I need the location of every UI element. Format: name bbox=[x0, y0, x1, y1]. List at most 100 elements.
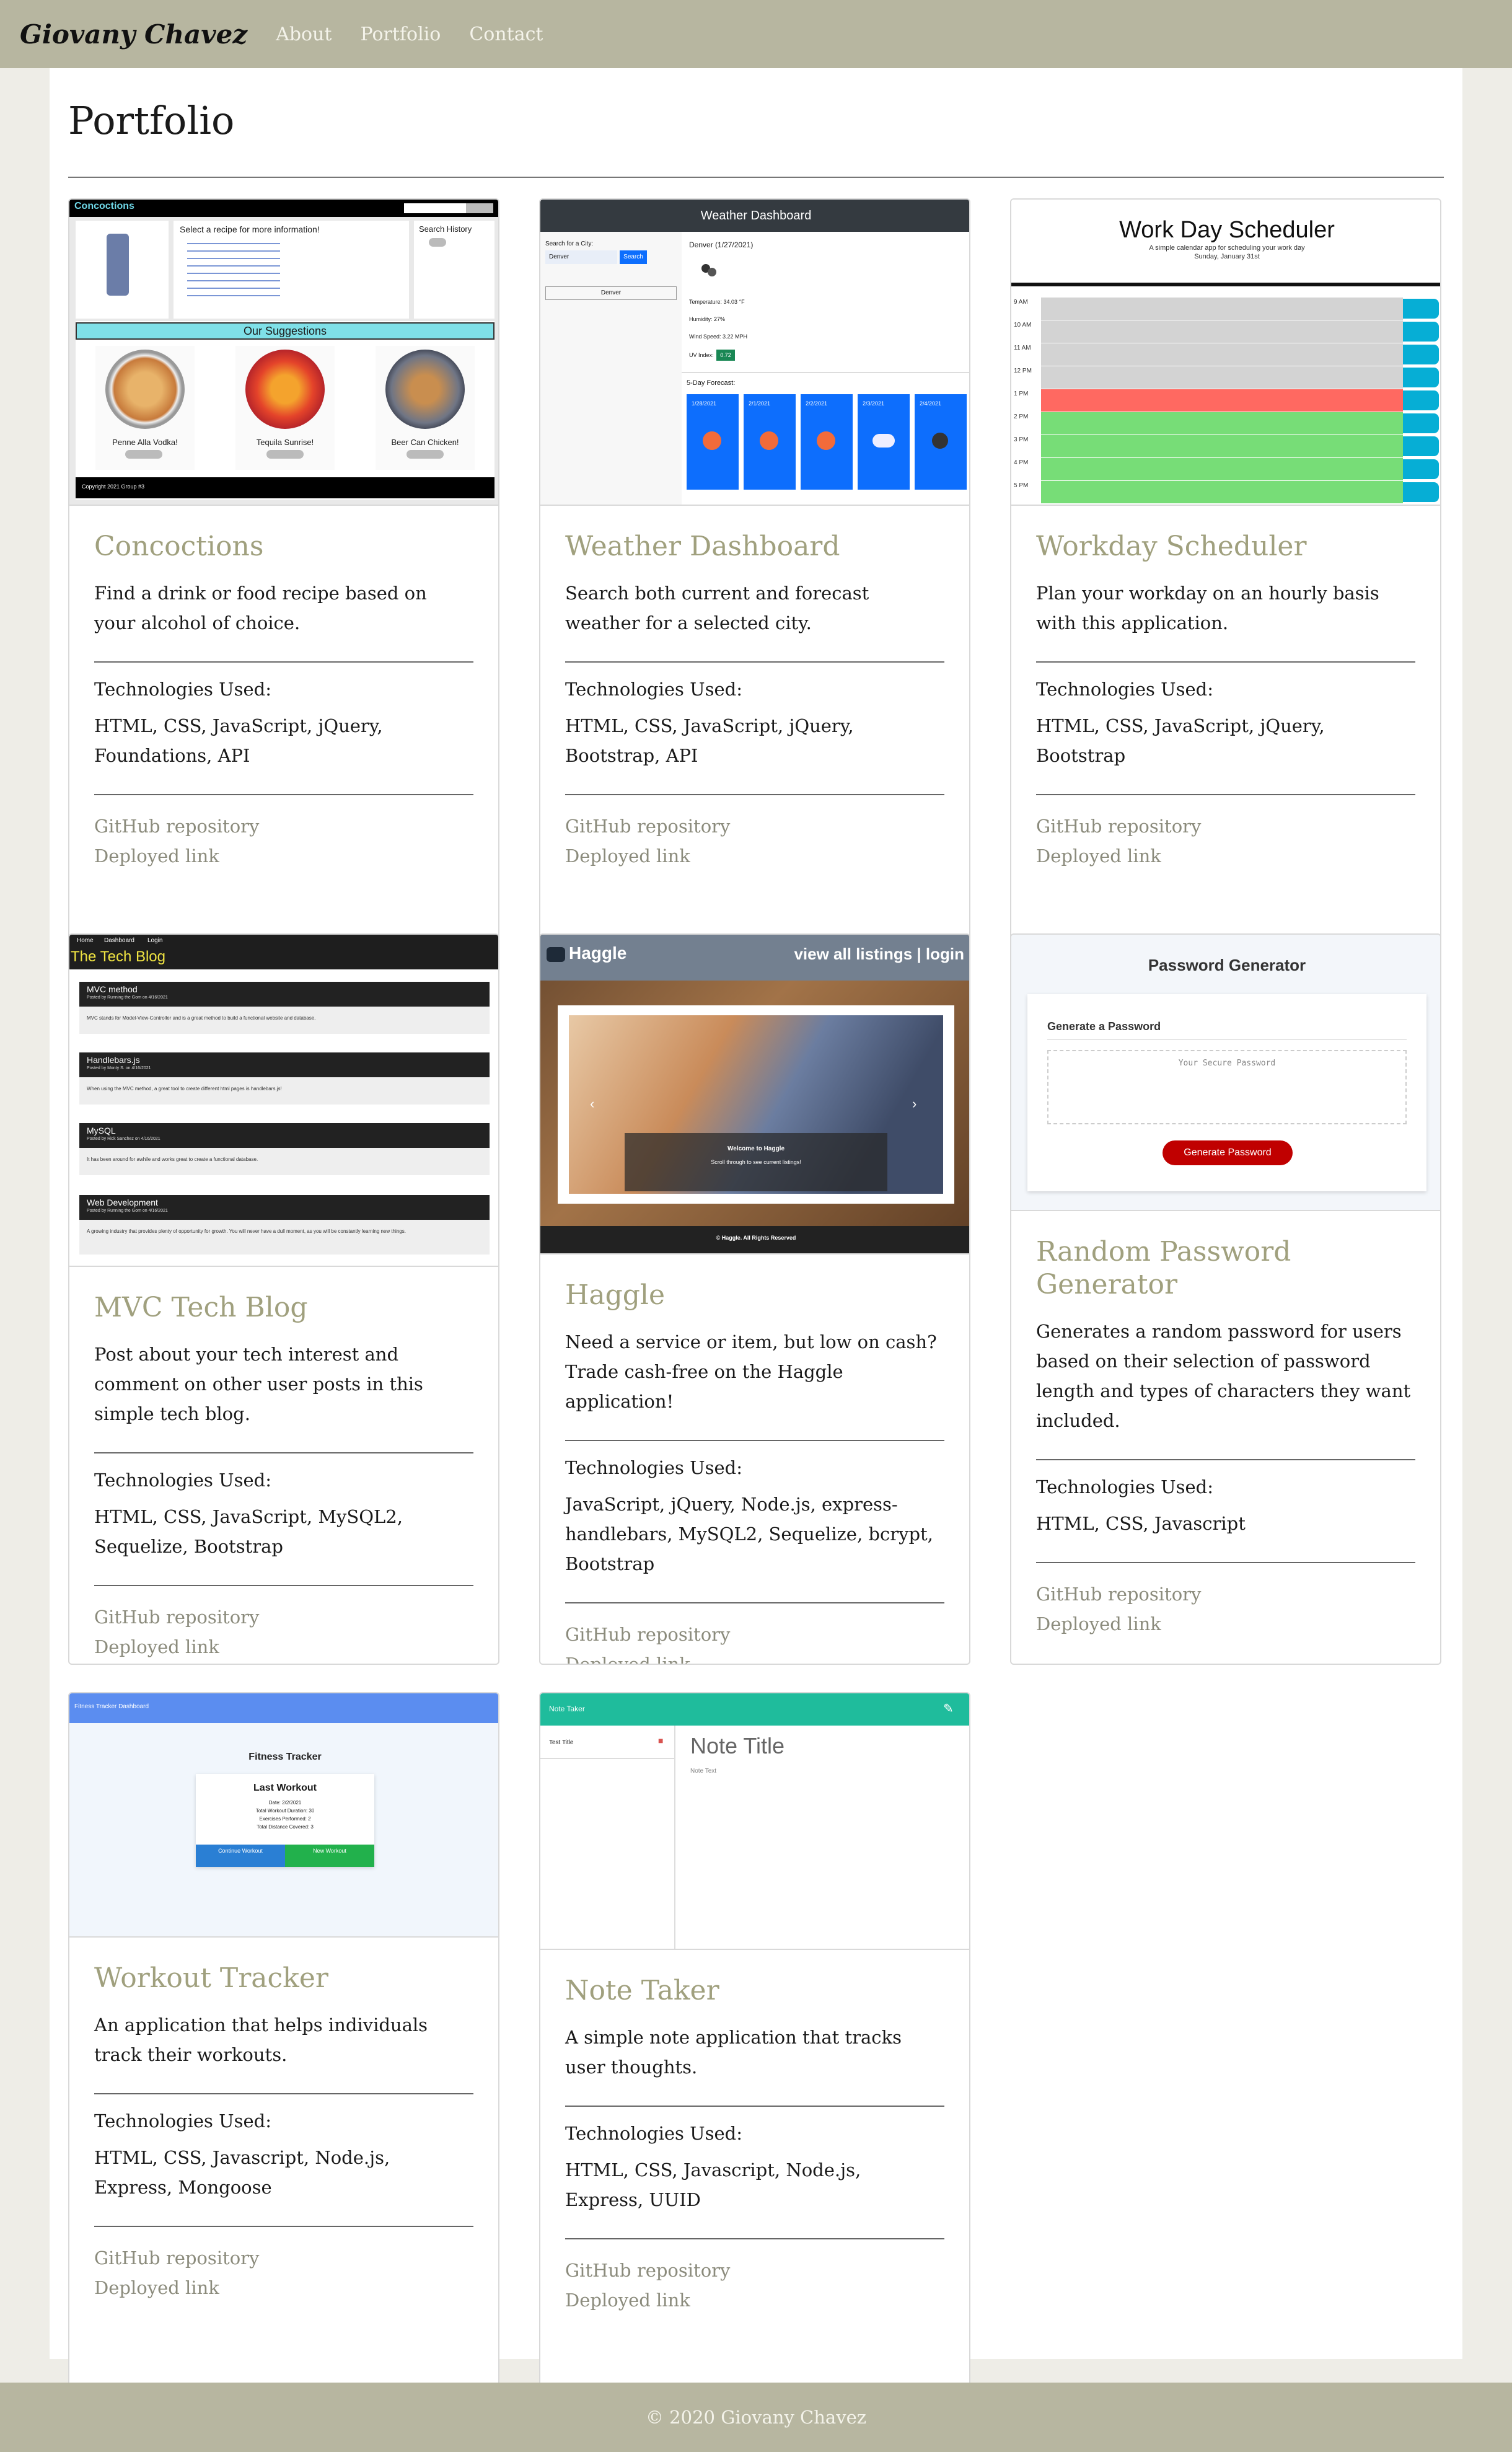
weather-search-button: Search bbox=[620, 250, 647, 264]
deployed-link[interactable]: Deployed link bbox=[94, 2273, 473, 2303]
project-description: A simple note application that tracks us… bbox=[565, 2026, 902, 2078]
scheduler-hour-row: 12 PM bbox=[1011, 366, 1440, 389]
divider bbox=[94, 1452, 473, 1453]
scheduler-time-block[interactable] bbox=[1041, 366, 1403, 389]
save-icon[interactable] bbox=[1403, 368, 1439, 387]
scheduler-time-block[interactable] bbox=[1041, 435, 1403, 458]
deployed-link[interactable]: Deployed link bbox=[565, 2285, 944, 2315]
divider bbox=[94, 2225, 473, 2227]
note-text-field[interactable]: Note Text bbox=[690, 1768, 716, 1775]
pencil-icon[interactable]: ✎ bbox=[943, 1701, 954, 1716]
tech-list: HTML, CSS, Javascript, Node.js, Express,… bbox=[565, 2159, 861, 2210]
scheduler-time-block[interactable] bbox=[1041, 412, 1403, 435]
scheduler-time-block[interactable] bbox=[1041, 343, 1403, 366]
password-output[interactable]: Your Secure Password bbox=[1047, 1059, 1407, 1068]
divider bbox=[1036, 1561, 1415, 1563]
note-list-item[interactable]: Test Title bbox=[549, 1739, 573, 1746]
tech-list: JavaScript, jQuery, Node.js, express-han… bbox=[565, 1493, 933, 1574]
scheduler-screenshot: Work Day Scheduler A simple calendar app… bbox=[1011, 200, 1440, 506]
divider bbox=[565, 1439, 944, 1441]
workout-detail: Total Workout Duration: 30 bbox=[255, 1808, 315, 1814]
scheduler-time-block[interactable] bbox=[1041, 458, 1403, 481]
blog-nav-home: Home bbox=[77, 937, 94, 944]
weather-forecast-label: 5-Day Forecast: bbox=[687, 379, 736, 387]
continue-workout-button[interactable]: Continue Workout bbox=[196, 1845, 285, 1867]
scheduler-hour-label: 2 PM bbox=[1014, 413, 1029, 420]
generate-password-button[interactable]: Generate Password bbox=[1163, 1140, 1293, 1165]
weather-search-label: Search for a City: bbox=[545, 240, 594, 247]
github-repo-link[interactable]: GitHub repository bbox=[94, 2243, 473, 2273]
weather-input: Denver bbox=[545, 250, 617, 264]
scheduler-subtitle: A simple calendar app for scheduling you… bbox=[1149, 244, 1305, 252]
github-repo-link[interactable]: GitHub repository bbox=[565, 2256, 944, 2285]
brand-name[interactable]: Giovany Chavez bbox=[20, 19, 247, 50]
workout-bar: Fitness Tracker Dashboard bbox=[74, 1703, 149, 1710]
note-title-field[interactable]: Note Title bbox=[690, 1733, 785, 1759]
nav-link-portfolio[interactable]: Portfolio bbox=[360, 24, 441, 45]
password-subtitle: Generate a Password bbox=[1047, 1020, 1161, 1033]
github-repo-link[interactable]: GitHub repository bbox=[94, 1602, 473, 1632]
scheduler-time-block[interactable] bbox=[1041, 298, 1403, 320]
footer-copyright: © 2020 Giovany Chavez bbox=[645, 2407, 867, 2428]
new-workout-button[interactable]: New Workout bbox=[285, 1845, 374, 1867]
carousel-prev-icon[interactable]: ‹ bbox=[590, 1096, 594, 1112]
haggle-scroll-text: Scroll through to see current listings! bbox=[711, 1159, 801, 1165]
save-icon[interactable] bbox=[1403, 299, 1439, 319]
handshake-icon bbox=[547, 947, 565, 962]
project-card-password: Password Generator Generate a Password Y… bbox=[1010, 933, 1441, 1665]
scheduler-time-block[interactable] bbox=[1041, 389, 1403, 412]
note-taker-screenshot: Note Taker ✎ Test Title ■ Note Title Not… bbox=[540, 1693, 969, 1950]
project-card-tech-blog: Home Dashboard Login The Tech Blog MVC m… bbox=[68, 933, 499, 1665]
forecast-day-3: 2/2/2021 bbox=[806, 400, 828, 407]
save-icon[interactable] bbox=[1403, 322, 1439, 342]
scheduler-hour-row: 10 AM bbox=[1011, 320, 1440, 343]
scheduler-hour-row: 11 AM bbox=[1011, 343, 1440, 366]
scheduler-hour-label: 12 PM bbox=[1014, 368, 1032, 374]
github-repo-link[interactable]: GitHub repository bbox=[565, 1620, 944, 1649]
divider bbox=[94, 661, 473, 663]
haggle-screenshot: Haggle view all listings | login Welcome… bbox=[540, 935, 969, 1255]
tech-list: HTML, CSS, JavaScript, jQuery, Foundatio… bbox=[94, 715, 383, 766]
trash-icon[interactable]: ■ bbox=[658, 1735, 663, 1745]
save-icon[interactable] bbox=[1403, 482, 1439, 502]
github-repo-link[interactable]: GitHub repository bbox=[565, 811, 944, 841]
save-icon[interactable] bbox=[1403, 459, 1439, 479]
scheduler-hour-row: 2 PM bbox=[1011, 412, 1440, 435]
deployed-link[interactable]: Deployed link bbox=[94, 841, 473, 871]
project-title: MVC Tech Blog bbox=[94, 1292, 308, 1323]
forecast-day-1: 1/28/2021 bbox=[692, 400, 717, 407]
scheduler-time-block[interactable] bbox=[1041, 320, 1403, 343]
nav-link-contact[interactable]: Contact bbox=[469, 24, 543, 45]
navbar: Giovany Chavez About Portfolio Contact bbox=[0, 0, 1512, 68]
blog-post-meta: Posted by Rick Sanchez on 4/16/2021 bbox=[87, 1137, 160, 1141]
save-icon[interactable] bbox=[1403, 345, 1439, 364]
divider bbox=[565, 2105, 944, 2107]
nav-link-about[interactable]: About bbox=[276, 24, 332, 45]
weather-uv-label: UV Index: bbox=[689, 352, 714, 358]
scheduler-time-block[interactable] bbox=[1041, 481, 1403, 504]
project-title: Note Taker bbox=[565, 1975, 719, 2006]
deployed-link[interactable]: Deployed link bbox=[1036, 1609, 1415, 1639]
deployed-link[interactable]: Deployed link bbox=[94, 1632, 473, 1662]
save-icon[interactable] bbox=[1403, 413, 1439, 433]
title-divider bbox=[68, 177, 1444, 178]
github-repo-link[interactable]: GitHub repository bbox=[1036, 811, 1415, 841]
deployed-link[interactable]: Deployed link bbox=[1036, 841, 1415, 871]
scheduler-hour-label: 10 AM bbox=[1014, 322, 1032, 329]
workout-detail: Exercises Performed: 2 bbox=[259, 1816, 311, 1822]
deployed-link[interactable]: Deployed link bbox=[565, 841, 944, 871]
blog-post-title: Web Development bbox=[87, 1197, 158, 1207]
divider bbox=[565, 1602, 944, 1603]
github-repo-link[interactable]: GitHub repository bbox=[1036, 1579, 1415, 1609]
save-icon[interactable] bbox=[1403, 436, 1439, 456]
deployed-link[interactable]: Deployed link bbox=[565, 1649, 944, 1664]
blog-post-body: A growing industry that provides plenty … bbox=[87, 1228, 406, 1234]
weather-wind: Wind Speed: 3.22 MPH bbox=[689, 333, 748, 340]
save-icon[interactable] bbox=[1403, 390, 1439, 410]
github-repo-link[interactable]: GitHub repository bbox=[94, 811, 473, 841]
workout-title: Fitness Tracker bbox=[248, 1752, 322, 1762]
tech-label: Technologies Used: bbox=[1036, 1476, 1213, 1497]
carousel-next-icon[interactable]: › bbox=[912, 1096, 916, 1112]
workout-screenshot: Fitness Tracker Dashboard Fitness Tracke… bbox=[69, 1693, 498, 1938]
project-title: Haggle bbox=[565, 1279, 666, 1311]
